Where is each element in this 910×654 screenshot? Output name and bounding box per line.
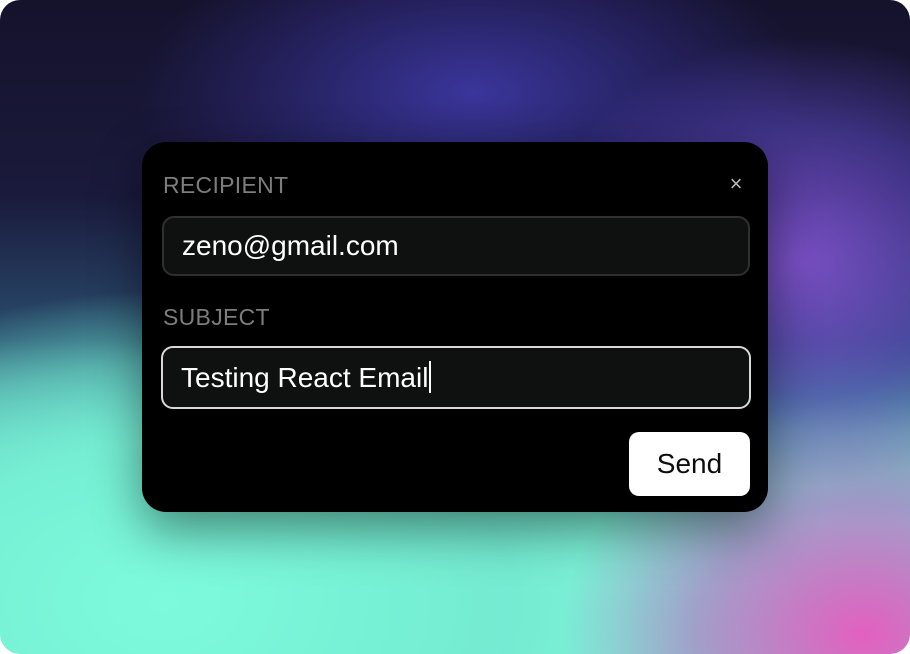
close-icon[interactable]: × <box>726 173 746 195</box>
email-dialog: RECIPIENT × zeno@gmail.com SUBJECT Testi… <box>142 142 768 512</box>
recipient-value: zeno@gmail.com <box>182 230 399 261</box>
subject-value: Testing React Email <box>181 362 429 393</box>
recipient-label: RECIPIENT <box>163 172 289 198</box>
subject-input[interactable]: Testing React Email <box>161 346 751 409</box>
send-button[interactable]: Send <box>629 432 750 496</box>
recipient-input[interactable]: zeno@gmail.com <box>162 216 750 276</box>
text-caret <box>429 361 432 393</box>
subject-label: SUBJECT <box>163 304 270 330</box>
